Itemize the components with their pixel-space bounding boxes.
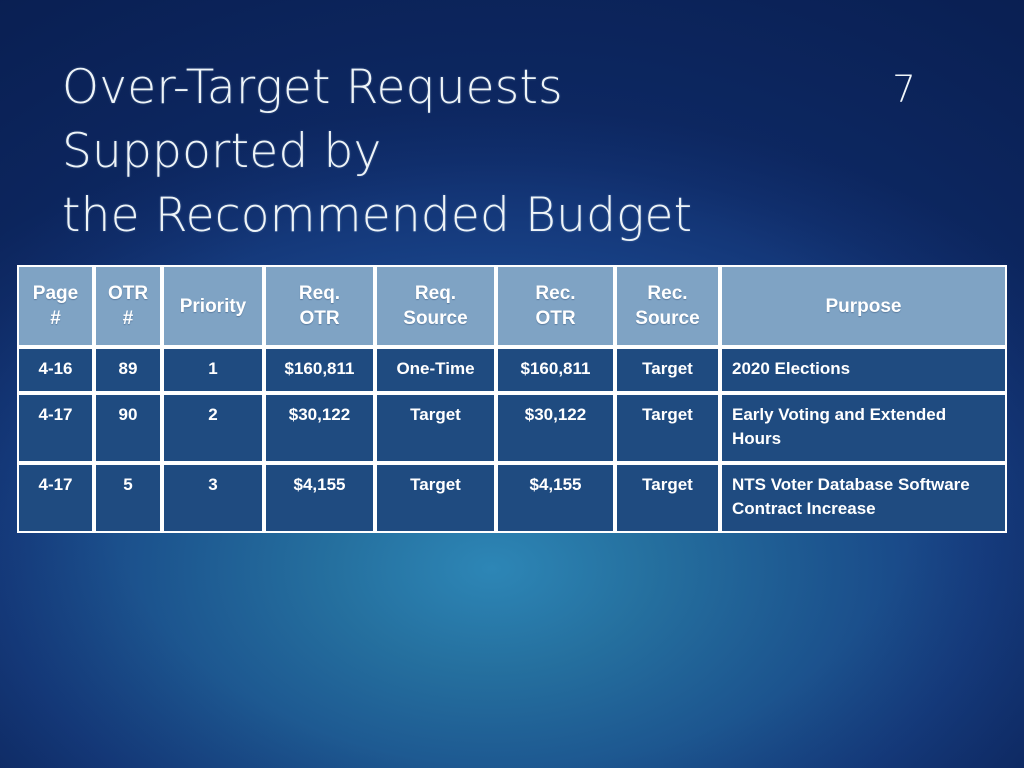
cell-purpose: Early Voting and Extended Hours (720, 393, 1007, 463)
column-header-page-line1: Page (32, 283, 79, 304)
column-header-req-otr-line2: OTR (299, 308, 340, 329)
cell-priority: 1 (162, 347, 264, 393)
column-header-rec-otr-line1: Rec. (535, 283, 576, 304)
cell-page: 4-17 (17, 393, 94, 463)
cell-page: 4-16 (17, 347, 94, 393)
cell-priority: 2 (162, 393, 264, 463)
column-header-rec-source-line2: Source (635, 308, 700, 329)
column-header-req-source: Req. Source (375, 265, 496, 347)
presentation-slide: Over-Target Requests Supported by the Re… (0, 0, 1024, 768)
slide-title-line-2: Supported by (62, 124, 382, 179)
cell-req-otr: $4,155 (264, 463, 375, 533)
column-header-purpose: Purpose (720, 265, 1007, 347)
column-header-priority: Priority (162, 265, 264, 347)
cell-rec-otr: $30,122 (496, 393, 615, 463)
cell-rec-otr: $160,811 (496, 347, 615, 393)
column-header-otr-number: OTR # (94, 265, 162, 347)
cell-otr-number: 90 (94, 393, 162, 463)
column-header-req-source-line2: Source (403, 308, 468, 329)
column-header-page: Page # (17, 265, 94, 347)
over-target-requests-table: Page # OTR # Priority Req. OTR Req. Sour… (17, 265, 1007, 533)
slide-title-line-3: the Recommended Budget (62, 188, 693, 243)
column-header-rec-otr-line2: OTR (535, 308, 576, 329)
cell-rec-source: Target (615, 347, 720, 393)
table-header-row: Page # OTR # Priority Req. OTR Req. Sour… (17, 265, 1007, 347)
cell-rec-otr: $4,155 (496, 463, 615, 533)
column-header-req-otr: Req. OTR (264, 265, 375, 347)
cell-page: 4-17 (17, 463, 94, 533)
cell-req-source: One-Time (375, 347, 496, 393)
cell-otr-number: 5 (94, 463, 162, 533)
column-header-rec-source: Rec. Source (615, 265, 720, 347)
cell-req-otr: $30,122 (264, 393, 375, 463)
cell-rec-source: Target (615, 463, 720, 533)
column-header-page-line2: # (50, 308, 61, 329)
slide-title-line-1: Over-Target Requests (62, 60, 563, 115)
table-row: 4-17 5 3 $4,155 Target $4,155 Target NTS… (17, 463, 1007, 533)
cell-req-source: Target (375, 393, 496, 463)
column-header-req-otr-line1: Req. (298, 283, 341, 304)
table-row: 4-16 89 1 $160,811 One-Time $160,811 Tar… (17, 347, 1007, 393)
cell-otr-number: 89 (94, 347, 162, 393)
column-header-purpose-label: Purpose (825, 295, 902, 317)
table-row: 4-17 90 2 $30,122 Target $30,122 Target … (17, 393, 1007, 463)
column-header-req-source-line1: Req. (414, 283, 457, 304)
column-header-otr-number-line1: OTR (107, 283, 149, 304)
column-header-priority-label: Priority (179, 295, 247, 317)
column-header-otr-number-line2: # (122, 308, 134, 329)
cell-priority: 3 (162, 463, 264, 533)
cell-rec-source: Target (615, 393, 720, 463)
cell-purpose: NTS Voter Database Software Contract Inc… (720, 463, 1007, 533)
slide-title: Over-Target Requests Supported by the Re… (62, 56, 862, 248)
column-header-rec-otr: Rec. OTR (496, 265, 615, 347)
cell-purpose: 2020 Elections (720, 347, 1007, 393)
cell-req-otr: $160,811 (264, 347, 375, 393)
slide-number: 7 (892, 68, 916, 111)
column-header-rec-source-line1: Rec. (647, 283, 688, 304)
cell-req-source: Target (375, 463, 496, 533)
